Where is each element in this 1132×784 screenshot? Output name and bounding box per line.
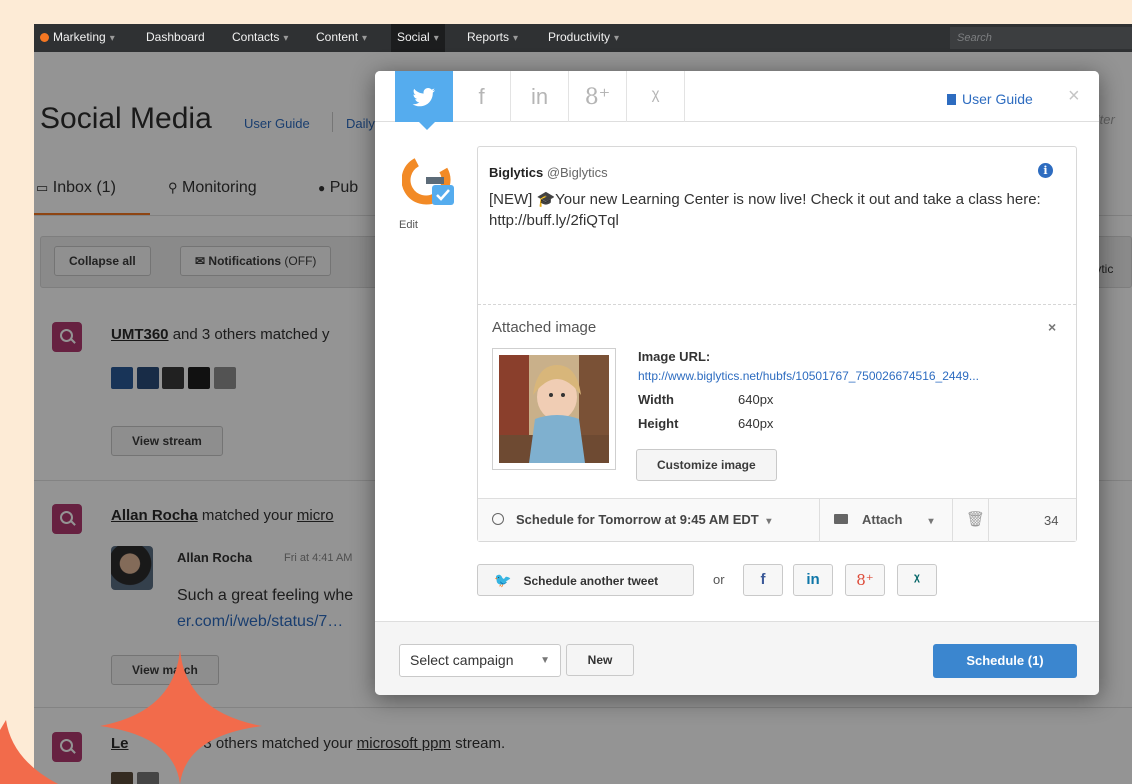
modal-user-guide-link[interactable]: User Guide [947, 91, 1033, 107]
modal-footer: Select campaign ▼ New Schedule (1) [375, 621, 1099, 695]
global-search-input[interactable]: Search [950, 27, 1132, 49]
compose-modal: f in 8⁺ ᵡ User Guide × Edit Biglytics @B… [375, 71, 1099, 695]
facebook-icon: f [478, 84, 485, 109]
campaign-select[interactable]: Select campaign ▼ [399, 644, 561, 677]
attached-image-thumbnail[interactable] [492, 348, 616, 470]
nav-contacts[interactable]: Contacts ▾ [226, 24, 294, 52]
width-value: 640px [738, 392, 774, 407]
attach-dropdown[interactable]: Attach ▾ [834, 512, 933, 527]
composer-divider [478, 304, 1076, 305]
tab-facebook[interactable]: f [453, 71, 511, 122]
new-campaign-button[interactable]: New [566, 644, 634, 676]
facebook-icon: f [760, 571, 766, 588]
linkedin-icon: in [530, 84, 549, 109]
nav-marketing[interactable]: Marketing ▾ [34, 24, 121, 52]
sparkle-star-icon [0, 720, 58, 784]
folder-icon [834, 514, 848, 524]
add-linkedin-post-button[interactable]: in [793, 564, 833, 596]
nav-social[interactable]: Social ▾ [391, 24, 445, 52]
google-plus-icon: 8⁺ [584, 85, 611, 110]
add-xing-post-button[interactable]: ᵡ [897, 564, 937, 596]
tweet-textarea[interactable]: [NEW] 🎓Your new Learning Center is now l… [489, 189, 1069, 231]
clock-icon [492, 513, 504, 525]
linkedin-icon: in [806, 571, 820, 588]
xing-icon: ᵡ [914, 571, 920, 588]
xing-icon: ᵡ [651, 84, 660, 109]
account-avatar[interactable] [402, 151, 460, 209]
tab-twitter[interactable] [395, 71, 453, 122]
sparkle-star-icon [100, 650, 262, 784]
close-icon[interactable]: × [1068, 85, 1080, 108]
network-tabs: f in 8⁺ ᵡ User Guide × [375, 71, 1099, 122]
active-tab-pointer [419, 122, 435, 130]
character-count: 34 [1044, 513, 1059, 528]
tab-linkedin[interactable]: in [511, 71, 569, 122]
twitter-icon [412, 88, 436, 107]
nav-content[interactable]: Content ▾ [310, 24, 373, 52]
schedule-another-tweet-button[interactable]: 🐦 Schedule another tweet [477, 564, 694, 596]
chevron-down-icon: ▼ [540, 655, 550, 666]
tab-xing[interactable]: ᵡ [627, 71, 685, 122]
tweet-composer: Biglytics @Biglytics i [NEW] 🎓Your new L… [477, 146, 1077, 542]
info-icon[interactable]: i [1038, 163, 1053, 178]
or-separator: or [713, 572, 725, 587]
add-facebook-post-button[interactable]: f [743, 564, 783, 596]
nav-dashboard[interactable]: Dashboard [140, 24, 211, 52]
top-navigation-bar: Marketing ▾ Dashboard Contacts ▾ Content ▾ … [34, 24, 1132, 52]
twitter-icon: 🐦 [494, 572, 512, 588]
footer-divider [988, 499, 989, 542]
image-url-label: Image URL: [638, 349, 711, 364]
book-icon [947, 94, 956, 105]
attached-image-title: Attached image [492, 319, 597, 336]
nav-productivity[interactable]: Productivity ▾ [542, 24, 625, 52]
height-label: Height [638, 416, 679, 431]
footer-divider [952, 499, 953, 542]
account-name: Biglytics @Biglytics [489, 165, 608, 180]
customize-image-button[interactable]: Customize image [636, 449, 777, 481]
google-plus-icon: 8⁺ [856, 571, 874, 589]
footer-divider [819, 499, 820, 542]
composer-footer: Schedule for Tomorrow at 9:45 AM EDT ▾ A… [478, 498, 1076, 542]
schedule-time-dropdown[interactable]: Schedule for Tomorrow at 9:45 AM EDT ▾ [492, 512, 771, 527]
add-google-plus-post-button[interactable]: 8⁺ [845, 564, 885, 596]
chevron-down-icon: ▾ [928, 516, 934, 527]
height-value: 640px [738, 416, 774, 431]
image-preview [499, 355, 609, 463]
trash-icon[interactable]: 🗑 [966, 510, 985, 528]
image-url-link[interactable]: http://www.biglytics.net/hubfs/10501767_… [638, 369, 1066, 383]
remove-image-icon[interactable]: × [1048, 319, 1056, 335]
sprocket-logo-icon [40, 33, 49, 42]
schedule-button[interactable]: Schedule (1) [933, 644, 1077, 678]
width-label: Width [638, 392, 674, 407]
nav-reports[interactable]: Reports ▾ [461, 24, 524, 52]
tab-google-plus[interactable]: 8⁺ [569, 71, 627, 122]
chevron-down-icon: ▾ [766, 516, 772, 527]
edit-avatar-link[interactable]: Edit [399, 219, 418, 231]
